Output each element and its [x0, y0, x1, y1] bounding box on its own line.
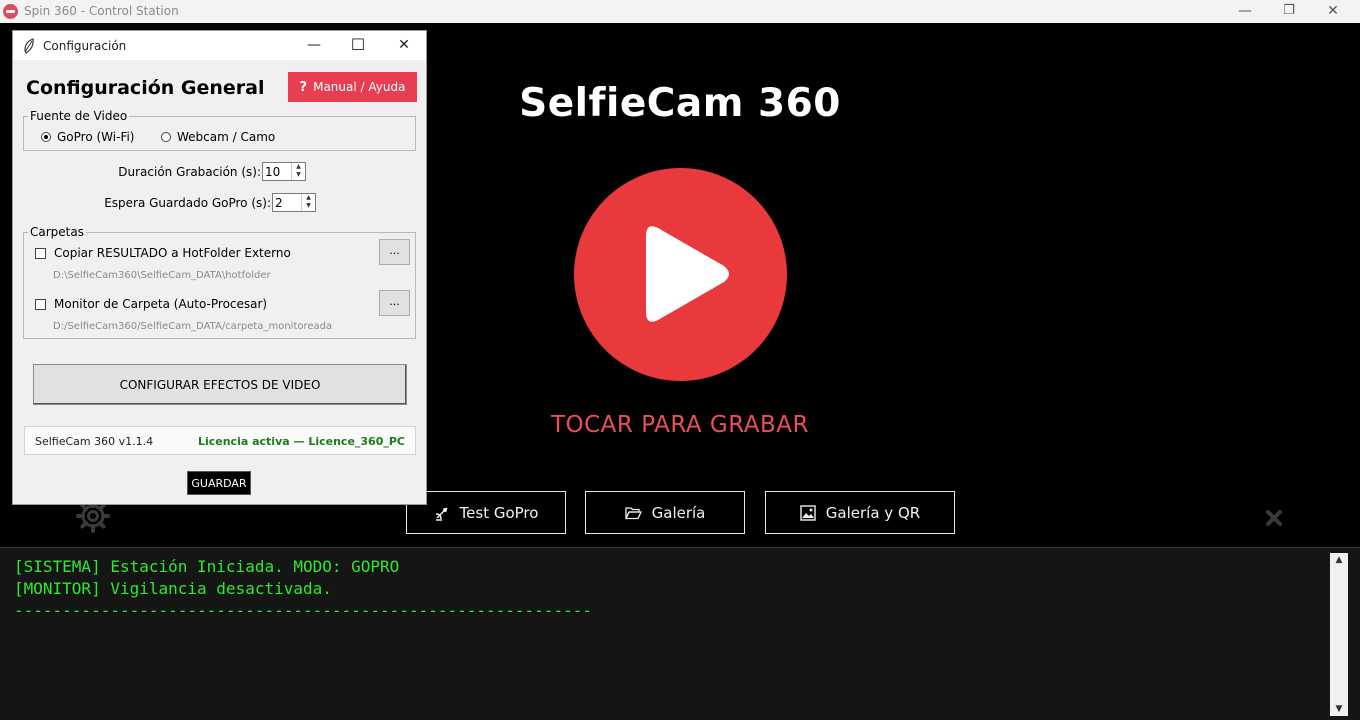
radio-dot-selected: [41, 132, 51, 142]
dialog-maximize-button[interactable]: ☐: [336, 31, 380, 60]
checkbox-box: [35, 298, 46, 310]
gallery-qr-label: Galería y QR: [825, 503, 921, 522]
dialog-close-button[interactable]: ✕: [382, 31, 426, 60]
log-line: [SISTEMA] Estación Iniciada. MODO: GOPRO: [14, 557, 400, 576]
settings-dialog: Configuración — ☐ ✕ Configuración Genera…: [12, 30, 427, 505]
feather-icon: [24, 38, 34, 54]
help-button[interactable]: ? Manual / Ayuda: [288, 72, 417, 102]
gallery-button[interactable]: Galería: [585, 491, 745, 534]
browse-hotfolder-button[interactable]: ...: [379, 239, 410, 265]
scroll-down-button[interactable]: ▼: [1330, 702, 1348, 716]
minimize-button[interactable]: —: [1222, 0, 1268, 23]
image-icon: [800, 504, 816, 521]
save-wait-spinner-arrows[interactable]: ▲ ▼: [301, 194, 315, 211]
dialog-title: Configuración: [43, 39, 127, 53]
radio-dot: [161, 132, 171, 142]
dialog-titlebar: Configuración — ☐ ✕: [13, 31, 426, 60]
dialog-minimize-button[interactable]: —: [292, 31, 336, 60]
help-label: Manual / Ayuda: [313, 80, 406, 94]
save-wait-spinbox[interactable]: ▲▼: [272, 193, 316, 212]
gallery-label: Galería: [651, 503, 706, 522]
dialog-heading: Configuración General: [26, 77, 265, 99]
video-source-legend: Fuente de Video: [30, 109, 128, 123]
configure-effects-button[interactable]: CONFIGURAR EFECTOS DE VIDEO: [33, 364, 407, 405]
folders-legend: Carpetas: [30, 225, 84, 239]
copy-result-label: Copiar RESULTADO a HotFolder Externo: [54, 246, 291, 260]
radio-webcam-label: Webcam / Camo: [177, 130, 276, 144]
log-line: ----------------------------------------…: [14, 601, 592, 620]
console-scrollbar[interactable]: ▲ ▼: [1330, 553, 1348, 716]
copy-result-checkbox[interactable]: Copiar RESULTADO a HotFolder Externo: [35, 246, 291, 260]
duration-label: Duración Grabación (s):: [118, 165, 261, 179]
save-wait-label: Espera Guardado GoPro (s):: [104, 196, 271, 210]
checkbox-box: [35, 247, 46, 259]
radio-gopro-label: GoPro (Wi-Fi): [57, 130, 135, 144]
close-window-button[interactable]: ✕: [1310, 0, 1356, 23]
monitor-folder-label: Monitor de Carpeta (Auto-Procesar): [54, 297, 268, 311]
log-console[interactable]: [SISTEMA] Estación Iniciada. MODO: GOPRO…: [0, 547, 1360, 720]
app-logo-icon: [3, 4, 18, 19]
test-gopro-button[interactable]: Test GoPro: [406, 491, 566, 534]
radio-webcam[interactable]: Webcam / Camo: [161, 130, 275, 144]
maximize-button[interactable]: ❐: [1266, 0, 1312, 23]
duration-input[interactable]: [263, 163, 293, 180]
scroll-up-button[interactable]: ▲: [1330, 553, 1348, 567]
save-button[interactable]: GUARDAR: [187, 471, 251, 495]
duration-spinbox[interactable]: ▲▼: [262, 162, 306, 181]
license-status: Licencia activa — Licence_360_PC: [197, 435, 405, 448]
window-title: Spin 360 - Control Station: [24, 4, 179, 18]
folder-open-icon: [624, 506, 642, 519]
gallery-qr-button[interactable]: Galería y QR: [765, 491, 955, 534]
hotfolder-path: D:\SelfieCam360\SelfieCam_DATA\hotfolder: [53, 270, 271, 281]
log-line: [MONITOR] Vigilancia desactivada.: [14, 579, 332, 598]
radio-gopro[interactable]: GoPro (Wi-Fi): [41, 130, 134, 144]
record-button[interactable]: [574, 168, 787, 381]
monitor-folder-checkbox[interactable]: Monitor de Carpeta (Auto-Procesar): [35, 297, 267, 311]
log-output: [SISTEMA] Estación Iniciada. MODO: GOPRO…: [14, 556, 592, 622]
question-icon: ?: [299, 79, 308, 95]
satellite-dish-icon: [435, 506, 448, 521]
save-wait-input[interactable]: [273, 194, 303, 211]
duration-spinner-arrows[interactable]: ▲ ▼: [291, 163, 305, 180]
version-text: SelfieCam 360 v1.1.4: [35, 435, 154, 448]
monitor-folder-path: D:/SelfieCam360/SelfieCam_DATA/carpeta_m…: [53, 321, 333, 332]
license-info-bar: SelfieCam 360 v1.1.4 Licencia activa — L…: [24, 426, 416, 455]
window-titlebar: Spin 360 - Control Station — ❐ ✕: [0, 0, 1360, 23]
browse-monitor-folder-button[interactable]: ...: [379, 290, 410, 316]
play-icon: [646, 226, 729, 322]
test-gopro-label: Test GoPro: [459, 503, 539, 522]
close-icon[interactable]: [1264, 508, 1284, 528]
